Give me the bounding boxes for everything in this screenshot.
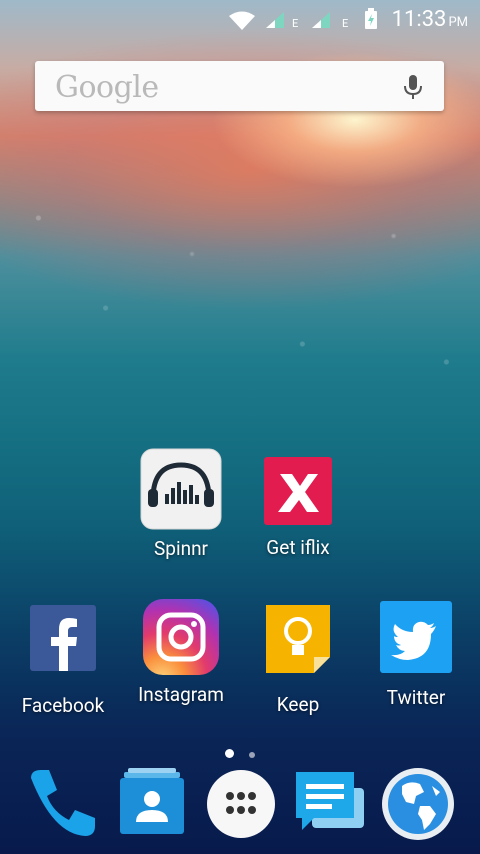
app-spinnr[interactable]: Spinnr (121, 447, 241, 560)
page-dot-active[interactable] (224, 749, 234, 758)
network-type-2: E (342, 17, 349, 30)
app-label: Facebook (21, 694, 105, 717)
phone-icon[interactable] (23, 766, 99, 842)
clock-time: 11:33 (391, 7, 447, 32)
twitter-bird-icon (374, 600, 458, 684)
page-dot[interactable] (249, 752, 256, 758)
cell-signal-1-icon (266, 12, 284, 28)
app-label: Get iflix (266, 536, 330, 559)
app-label: Twitter (386, 686, 446, 709)
network-type-1: E (292, 17, 299, 30)
app-facebook[interactable]: Facebook (3, 602, 123, 717)
browser-globe-icon[interactable] (380, 766, 456, 842)
home-screen: E E 11:33 PM Google Spinnr Get iflix Fac… (0, 0, 480, 854)
battery-charging-icon (365, 8, 377, 29)
app-instagram[interactable]: Instagram (121, 596, 241, 706)
app-label: Keep (276, 693, 320, 716)
page-indicator (0, 743, 480, 762)
wallpaper-sparkle (0, 110, 480, 470)
facebook-icon (21, 602, 105, 686)
mic-icon[interactable] (400, 73, 426, 101)
contacts-icon[interactable] (114, 766, 190, 842)
app-drawer-icon[interactable] (203, 766, 279, 842)
app-label: Instagram (138, 683, 224, 706)
iflix-x-icon (256, 452, 340, 536)
app-twitter[interactable]: Twitter (356, 600, 476, 709)
keep-lightbulb-icon (256, 603, 340, 687)
app-keep[interactable]: Keep (238, 603, 358, 716)
google-logo: Google (55, 70, 159, 105)
instagram-camera-icon (139, 596, 223, 680)
app-label: Spinnr (154, 537, 208, 560)
messaging-icon[interactable] (292, 766, 368, 842)
app-get-iflix[interactable]: Get iflix (238, 452, 358, 559)
clock-ampm: PM (448, 15, 468, 30)
cell-signal-2-icon (312, 12, 330, 28)
spinnr-headphones-icon (139, 447, 223, 531)
wifi-icon (229, 11, 255, 30)
google-search-bar[interactable]: Google (35, 61, 444, 111)
status-bar: E E 11:33 PM (0, 0, 480, 40)
clock: 11:33 PM (392, 7, 468, 32)
